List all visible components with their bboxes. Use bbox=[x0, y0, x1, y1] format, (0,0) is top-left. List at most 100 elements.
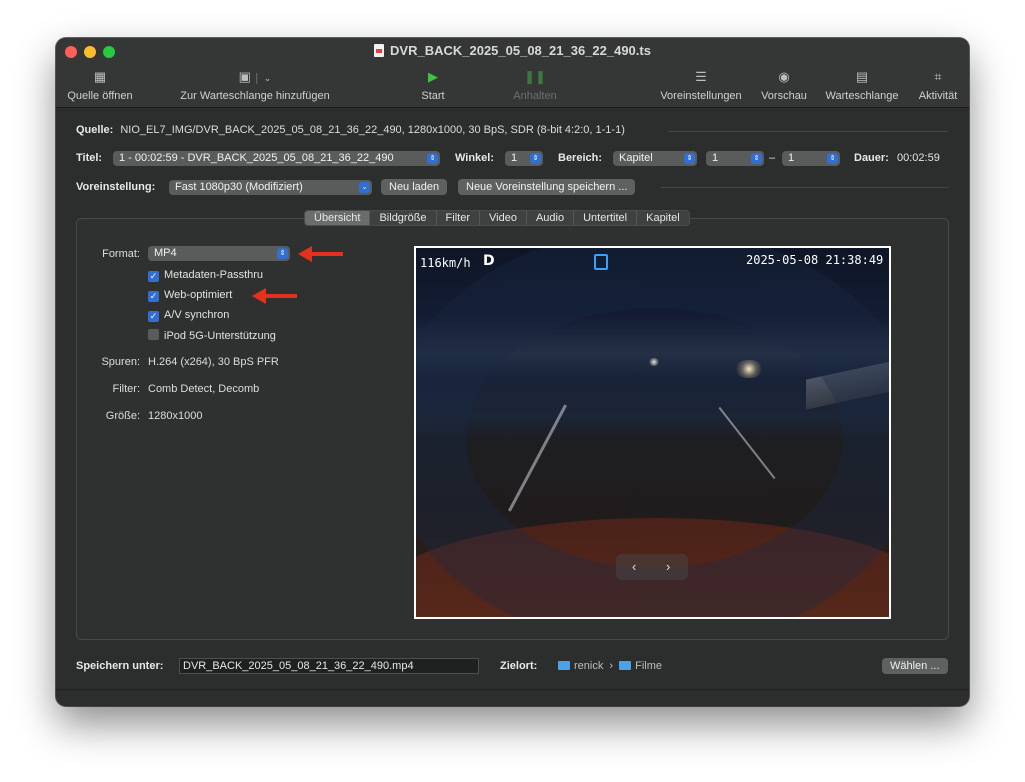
add-to-queue-button[interactable]: ▣ │ ⌄ Zur Warteschlange hinzufügen bbox=[174, 68, 336, 102]
tab-subtitles[interactable]: Untertitel bbox=[574, 211, 638, 225]
chevron-updown-icon: ⇕ bbox=[427, 153, 438, 164]
chevron-updown-icon: ⇕ bbox=[684, 153, 695, 164]
film-icon: ▦ bbox=[93, 69, 107, 84]
divider bbox=[668, 131, 948, 132]
osd-datetime: 2025-05-08 21:38:49 bbox=[746, 253, 884, 267]
range-to-select[interactable]: 1 ⇕ bbox=[782, 151, 840, 166]
presets-button[interactable]: ☰ Voreinstellungen bbox=[656, 68, 746, 102]
destination-folder-2: Filme bbox=[635, 660, 663, 672]
osd-gear: D bbox=[483, 253, 495, 269]
osd-speed: 116km/h bbox=[420, 256, 471, 270]
preset-select-value: Fast 1080p30 (Modifiziert) bbox=[175, 181, 303, 193]
chevron-updown-icon: ⇕ bbox=[751, 153, 762, 164]
checkbox-empty-icon bbox=[148, 329, 159, 340]
angle-select[interactable]: 1 ⇕ bbox=[505, 151, 543, 166]
tab-bar: Übersicht Bildgröße Filter Video Audio U… bbox=[304, 210, 690, 226]
source-row: Quelle: NIO_EL7_IMG/DVR_BACK_2025_05_08_… bbox=[76, 124, 625, 136]
divider bbox=[56, 689, 969, 690]
tracks-label: Spuren: bbox=[101, 356, 140, 368]
range-separator: – bbox=[769, 152, 776, 164]
title-select[interactable]: 1 - 00:02:59 - DVR_BACK_2025_05_08_21_36… bbox=[113, 151, 440, 166]
angle-label: Winkel: bbox=[455, 152, 495, 164]
titlebar: DVR_BACK_2025_05_08_21_36_22_490.ts ▦ Qu… bbox=[56, 38, 969, 108]
window-title-text: DVR_BACK_2025_05_08_21_36_22_490.ts bbox=[390, 43, 651, 58]
duration-label: Dauer: bbox=[854, 152, 889, 164]
tab-video[interactable]: Video bbox=[480, 211, 527, 225]
prev-frame-button[interactable]: ‹ bbox=[632, 559, 636, 574]
window-title: DVR_BACK_2025_05_08_21_36_22_490.ts bbox=[56, 43, 969, 58]
title-label: Titel: bbox=[76, 152, 103, 164]
save-new-preset-button[interactable]: Neue Voreinstellung speichern ... bbox=[458, 179, 636, 195]
tab-dimensions[interactable]: Bildgröße bbox=[370, 211, 437, 225]
sliders-icon: ☰ bbox=[695, 69, 707, 84]
web-optimized-checkbox[interactable]: ✓ Web-optimiert bbox=[148, 289, 232, 302]
choose-destination-button[interactable]: Wählen ... bbox=[882, 658, 948, 674]
pause-button[interactable]: ❚❚ Anhalten bbox=[508, 68, 562, 102]
checkbox-label: A/V synchron bbox=[164, 309, 230, 321]
duration-value: 00:02:59 bbox=[897, 152, 940, 164]
tab-filters[interactable]: Filter bbox=[437, 211, 480, 225]
folder-icon bbox=[619, 661, 632, 670]
chevron-down-icon: ⌄ bbox=[359, 182, 370, 193]
tracks-value: H.264 (x264), 30 BpS PFR bbox=[148, 356, 279, 368]
folder-icon bbox=[558, 661, 570, 670]
start-button[interactable]: ▶ Start bbox=[413, 68, 453, 102]
pause-icon: ❚❚ bbox=[524, 69, 546, 84]
queue-icon: ▤ bbox=[855, 69, 869, 84]
angle-select-value: 1 bbox=[511, 152, 518, 164]
range-to-value: 1 bbox=[788, 152, 795, 164]
preview-button[interactable]: ◉ Vorschau bbox=[758, 68, 810, 102]
tab-overview[interactable]: Übersicht bbox=[305, 211, 371, 225]
camera-icon bbox=[594, 254, 608, 270]
add-to-queue-label: Zur Warteschlange hinzufügen bbox=[180, 90, 330, 102]
chevron-updown-icon: ⇕ bbox=[827, 153, 838, 164]
preset-label: Voreinstellung: bbox=[76, 181, 156, 193]
av-sync-checkbox[interactable]: ✓ A/V synchron bbox=[148, 309, 229, 322]
save-as-field[interactable]: DVR_BACK_2025_05_08_21_36_22_490.mp4 bbox=[179, 658, 479, 674]
reload-preset-button[interactable]: Neu laden bbox=[381, 179, 448, 195]
format-select-value: MP4 bbox=[154, 247, 177, 259]
queue-label: Warteschlange bbox=[825, 90, 899, 102]
divider bbox=[661, 187, 949, 188]
destination-path[interactable]: renick › Filme bbox=[558, 660, 662, 672]
checkmark-icon: ✓ bbox=[148, 291, 159, 302]
range-from-select[interactable]: 1 ⇕ bbox=[706, 151, 764, 166]
metadata-passthru-checkbox[interactable]: ✓ Metadaten-Passthru bbox=[148, 269, 263, 282]
checkmark-icon: ✓ bbox=[148, 311, 159, 322]
tab-audio[interactable]: Audio bbox=[527, 211, 575, 225]
activity-icon: ⌗ bbox=[934, 69, 942, 84]
range-from-value: 1 bbox=[712, 152, 719, 164]
filters-value: Comb Detect, Decomb bbox=[148, 383, 260, 395]
open-source-button[interactable]: ▦ Quelle öffnen bbox=[65, 68, 135, 102]
chevron-updown-icon: ⇕ bbox=[530, 153, 541, 164]
range-type-value: Kapitel bbox=[619, 152, 653, 164]
annotation-arrow-web bbox=[252, 288, 297, 304]
eye-icon: ◉ bbox=[778, 69, 790, 84]
range-label: Bereich: bbox=[558, 152, 603, 164]
path-separator: › bbox=[609, 660, 614, 672]
tab-chapters[interactable]: Kapitel bbox=[637, 211, 689, 225]
ipod-support-checkbox[interactable]: iPod 5G-Unterstützung bbox=[148, 329, 276, 342]
preset-select[interactable]: Fast 1080p30 (Modifiziert) ⌄ bbox=[169, 180, 372, 195]
annotation-arrow-format bbox=[298, 246, 343, 262]
chevron-down-icon[interactable]: ⌄ bbox=[264, 73, 272, 83]
photo-add-icon: ▣ │ ⌄ bbox=[238, 69, 272, 84]
video-preview[interactable]: 116km/h D 2025-05-08 21:38:49 ‹ › bbox=[414, 246, 891, 619]
open-source-label: Quelle öffnen bbox=[67, 90, 133, 102]
filters-label: Filter: bbox=[112, 383, 141, 395]
app-window: DVR_BACK_2025_05_08_21_36_22_490.ts ▦ Qu… bbox=[56, 38, 969, 706]
next-frame-button[interactable]: › bbox=[666, 559, 670, 574]
range-type-select[interactable]: Kapitel ⇕ bbox=[613, 151, 697, 166]
presets-label: Voreinstellungen bbox=[660, 90, 742, 102]
play-icon: ▶ bbox=[428, 69, 438, 84]
checkbox-label: Web-optimiert bbox=[164, 289, 233, 301]
format-select[interactable]: MP4 ⇕ bbox=[148, 246, 290, 261]
pause-label: Anhalten bbox=[513, 90, 557, 102]
destination-folder-1: renick bbox=[574, 660, 604, 672]
queue-button[interactable]: ▤ Warteschlange bbox=[822, 68, 902, 102]
save-as-label: Speichern unter: bbox=[76, 660, 164, 672]
title-select-value: 1 - 00:02:59 - DVR_BACK_2025_05_08_21_36… bbox=[119, 152, 394, 164]
document-icon bbox=[374, 44, 385, 57]
checkbox-label: iPod 5G-Unterstützung bbox=[164, 330, 276, 342]
activity-button[interactable]: ⌗ Aktivität bbox=[913, 68, 963, 102]
